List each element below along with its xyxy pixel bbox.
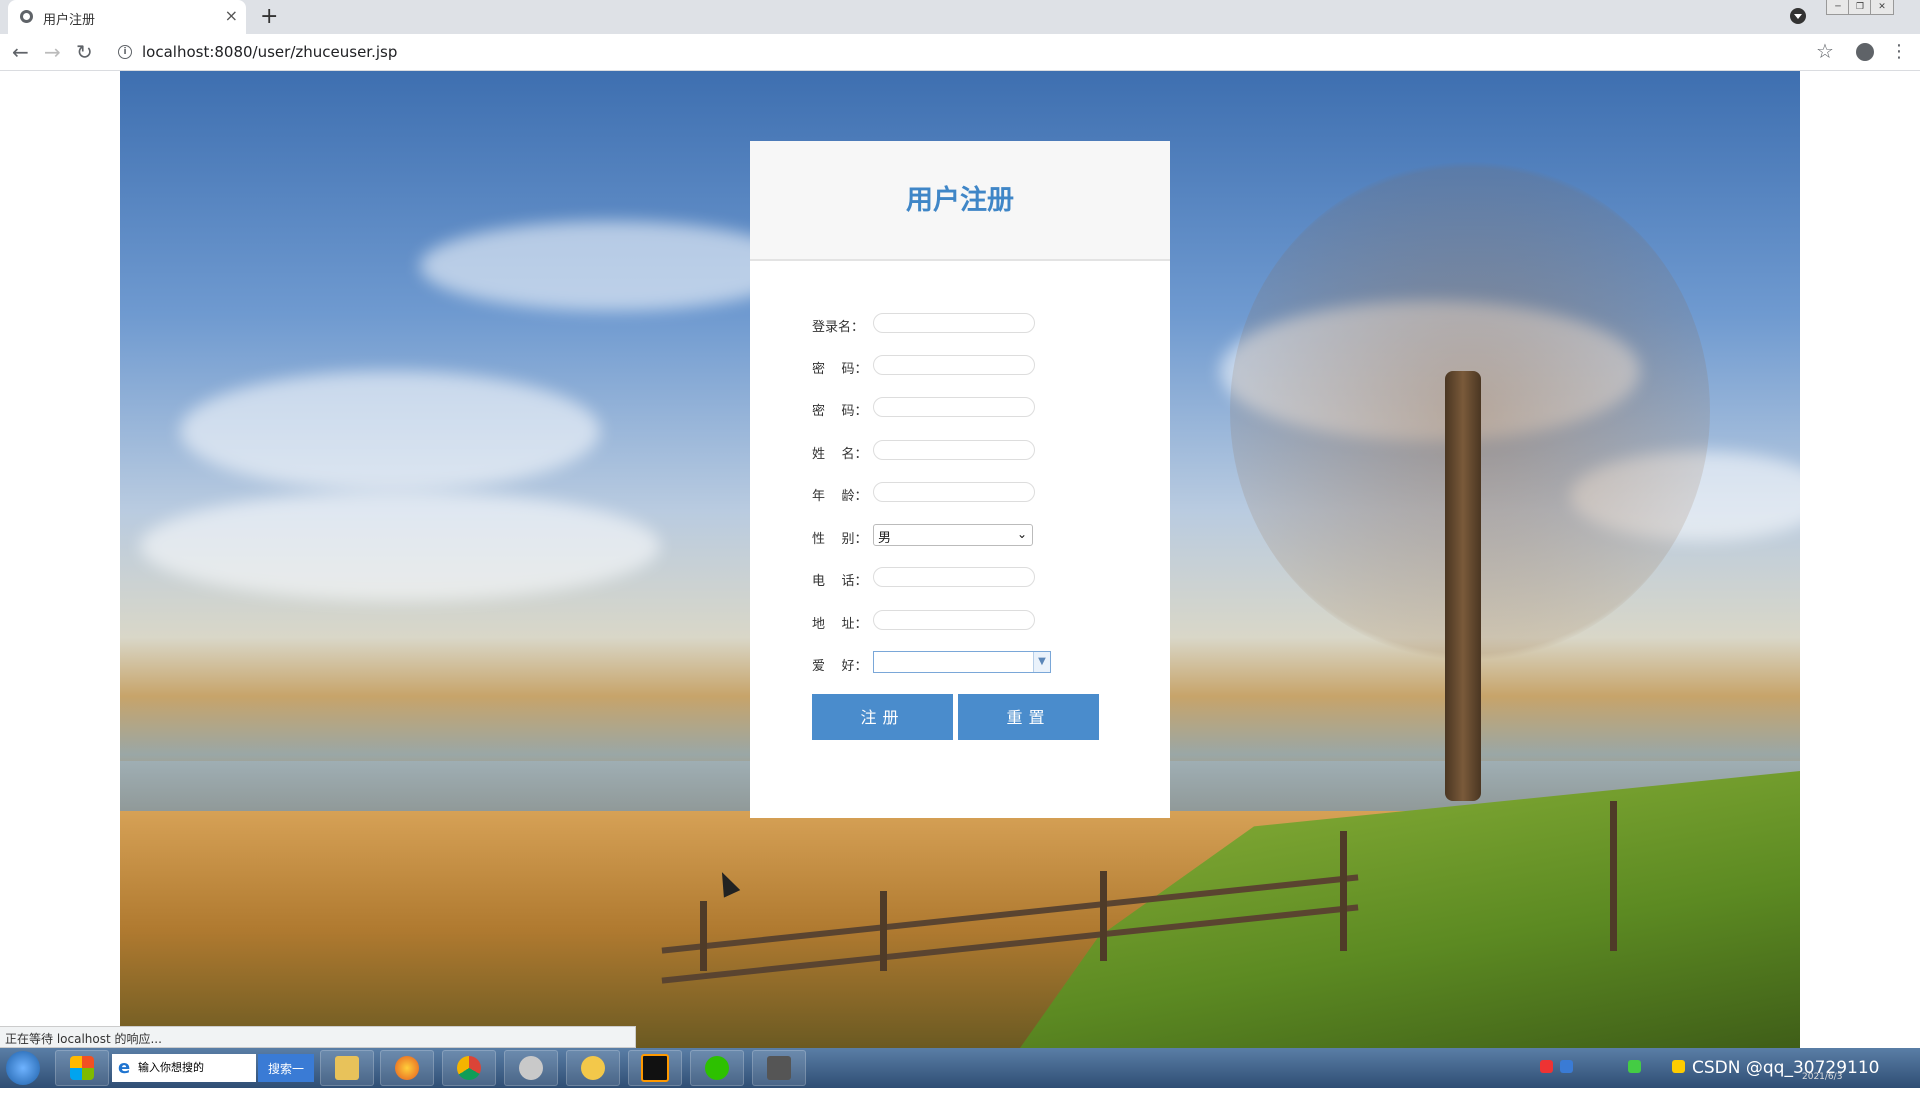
taskbar-intellij-icon[interactable] xyxy=(628,1050,682,1086)
watermark-text: CSDN @qq_30729110 xyxy=(1692,1058,1880,1078)
system-tray: CSDN @qq_30729110 2021/6/3 xyxy=(1540,1048,1920,1088)
age-input[interactable] xyxy=(873,482,1035,502)
gender-select-value: 男 xyxy=(878,531,892,546)
register-button[interactable]: 注册 xyxy=(812,694,953,740)
age-label: 年 龄： xyxy=(812,489,868,504)
globe-icon xyxy=(20,10,33,23)
start-button[interactable] xyxy=(6,1051,40,1085)
star-icon[interactable]: ☆ xyxy=(1816,39,1834,63)
fence-post xyxy=(1100,871,1107,961)
address-input[interactable] xyxy=(873,610,1035,630)
ie-search-placeholder: 输入你想搜的 xyxy=(138,1061,204,1074)
back-icon[interactable]: ← xyxy=(12,40,29,64)
address-bar[interactable]: localhost:8080/user/zhuceuser.jsp xyxy=(142,43,397,61)
address-label: 地 址： xyxy=(812,617,868,632)
ie-icon: e xyxy=(118,1057,131,1078)
hobby-select[interactable]: ▼ xyxy=(873,651,1051,673)
tree-trunk xyxy=(1445,371,1481,801)
login-name-label: 登录名： xyxy=(812,320,865,335)
tab-close-button[interactable]: × xyxy=(225,6,238,25)
tab-search-icon[interactable] xyxy=(1790,8,1806,24)
page-title: 用户注册 xyxy=(906,185,1014,216)
browser-tab[interactable]: 用户注册 × xyxy=(8,0,246,34)
confirm-password-input[interactable] xyxy=(873,397,1035,417)
password-label: 密 码： xyxy=(812,362,868,377)
cloud xyxy=(140,491,660,601)
card-header: 用户注册 xyxy=(750,141,1170,261)
info-icon[interactable]: i xyxy=(118,45,132,59)
chevron-down-icon: ▼ xyxy=(1033,652,1050,672)
taskbar: e 输入你想搜的 搜索一下 CSDN @qq_30729110 2021/6/3 xyxy=(0,1048,1920,1104)
clock-date: 2021/6/3 xyxy=(1802,1072,1843,1082)
name-input[interactable] xyxy=(873,440,1035,460)
tab-strip: 用户注册 × + ─ ❐ ✕ xyxy=(0,0,1920,34)
restore-button[interactable]: ❐ xyxy=(1848,0,1872,15)
ie-search-input[interactable]: e 输入你想搜的 xyxy=(112,1054,256,1082)
tab-title: 用户注册 xyxy=(43,13,96,28)
phone-label: 电 话： xyxy=(812,574,868,589)
taskbar-chrome-icon[interactable] xyxy=(442,1050,496,1086)
taskbar-firefox-icon[interactable] xyxy=(380,1050,434,1086)
phone-input[interactable] xyxy=(873,567,1035,587)
taskbar-app-windows-icon[interactable] xyxy=(55,1050,109,1086)
menu-icon[interactable]: ⋮ xyxy=(1890,41,1908,62)
cloud xyxy=(420,221,800,311)
taskbar-app-icon[interactable] xyxy=(752,1050,806,1086)
password-input[interactable] xyxy=(873,355,1035,375)
chevron-down-icon: ⌄ xyxy=(1016,527,1027,541)
taskbar-app-icon[interactable] xyxy=(504,1050,558,1086)
page-viewport: 用户注册 登录名： 密 码： 密 码： 姓 名： 年 龄： 性 别： 男 ⌄ 电… xyxy=(0,71,1920,1048)
hobby-label: 爱 好： xyxy=(812,659,868,674)
fence-post xyxy=(700,901,707,971)
taskbar-wechat-icon[interactable] xyxy=(690,1050,744,1086)
fence-post xyxy=(880,891,887,971)
address-toolbar: ← → ↻ i localhost:8080/user/zhuceuser.js… xyxy=(0,34,1920,71)
reload-icon[interactable]: ↻ xyxy=(76,40,93,64)
battery-icon[interactable] xyxy=(1628,1060,1641,1073)
name-label: 姓 名： xyxy=(812,447,868,462)
sogou-icon[interactable] xyxy=(1540,1060,1553,1073)
forward-icon[interactable]: → xyxy=(44,40,61,64)
taskbar-explorer-icon[interactable] xyxy=(320,1050,374,1086)
minimize-button[interactable]: ─ xyxy=(1826,0,1850,15)
gender-select[interactable]: 男 ⌄ xyxy=(873,524,1033,546)
new-tab-button[interactable]: + xyxy=(260,4,278,29)
status-bar: 正在等待 localhost 的响应... xyxy=(0,1026,636,1048)
fence-post xyxy=(1340,831,1347,951)
register-card: 用户注册 登录名： 密 码： 密 码： 姓 名： 年 龄： 性 别： 男 ⌄ 电… xyxy=(750,141,1170,818)
cloud xyxy=(180,371,600,491)
login-name-input[interactable] xyxy=(873,313,1035,333)
taskbar-search-button[interactable]: 搜索一下 xyxy=(258,1054,314,1104)
tray-app-icon[interactable] xyxy=(1672,1060,1685,1073)
confirm-password-label: 密 码： xyxy=(812,404,868,419)
reset-button[interactable]: 重置 xyxy=(958,694,1099,740)
help-icon[interactable] xyxy=(1560,1060,1573,1073)
fence-post xyxy=(1610,801,1617,951)
gender-label: 性 别： xyxy=(812,532,868,547)
account-icon[interactable] xyxy=(1856,43,1874,61)
taskbar-folder-icon[interactable] xyxy=(566,1050,620,1086)
close-window-button[interactable]: ✕ xyxy=(1870,0,1894,15)
